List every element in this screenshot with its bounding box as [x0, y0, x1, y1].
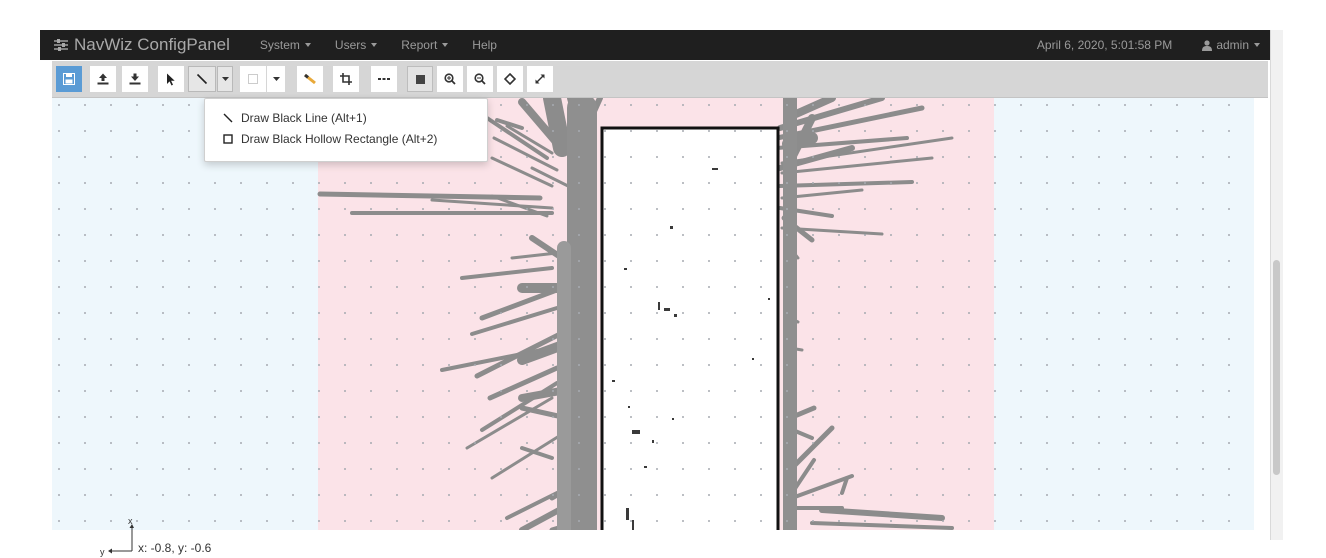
- sliders-icon: [54, 39, 68, 51]
- rectangle-icon: [248, 74, 258, 84]
- caret-down-icon: [304, 43, 311, 47]
- line-icon: [223, 113, 233, 122]
- x-axis-label: x: [128, 518, 133, 526]
- caret-down-icon: [221, 77, 229, 81]
- eraser-icon: [304, 73, 316, 85]
- fullscreen-button[interactable]: [527, 66, 553, 92]
- crop-tool-button[interactable]: [333, 66, 359, 92]
- user-menu[interactable]: admin: [1202, 38, 1260, 52]
- current-datetime: April 6, 2020, 5:01:58 PM: [1036, 38, 1173, 52]
- line-tool-button[interactable]: [188, 66, 216, 92]
- diamond-icon: [504, 73, 516, 85]
- caret-down-icon: [442, 43, 449, 47]
- download-icon: [129, 73, 141, 85]
- menu-report[interactable]: Report: [401, 38, 449, 52]
- cursor-coordinates: x: -0.8, y: -0.6: [138, 541, 212, 555]
- navbar: NavWiz ConfigPanel System Users Report H…: [40, 30, 1270, 60]
- brand[interactable]: NavWiz ConfigPanel: [54, 35, 230, 55]
- editor-toolbar: [52, 61, 1268, 98]
- draw-shape-dropdown-menu: Draw Black Line (Alt+1) Draw Black Hollo…: [204, 98, 488, 162]
- menu-help-label: Help: [472, 38, 497, 52]
- menu-item-draw-rectangle-label: Draw Black Hollow Rectangle (Alt+2): [241, 131, 438, 146]
- menu-item-draw-line-label: Draw Black Line (Alt+1): [241, 110, 367, 125]
- line-tool-dropdown-toggle[interactable]: [217, 66, 233, 92]
- menu-system[interactable]: System: [260, 38, 311, 52]
- crop-icon: [340, 73, 352, 85]
- rectangle-tool-dropdown-toggle[interactable]: [267, 66, 285, 92]
- app-title: NavWiz ConfigPanel: [74, 35, 230, 54]
- menu-help[interactable]: Help: [472, 38, 497, 52]
- caret-down-icon: [1254, 43, 1260, 47]
- floppy-icon: [63, 73, 75, 85]
- line-icon: [196, 73, 208, 85]
- select-tool-button[interactable]: [158, 66, 184, 92]
- menu-users[interactable]: Users: [334, 38, 378, 52]
- rectangle-tool-button[interactable]: [240, 66, 266, 92]
- menu-users-label: Users: [334, 38, 367, 52]
- upload-button[interactable]: [90, 66, 116, 92]
- user-name: admin: [1216, 38, 1249, 52]
- menu-item-draw-line[interactable]: Draw Black Line (Alt+1): [205, 107, 487, 128]
- axis-indicator-icon: x y: [100, 518, 134, 557]
- square-icon: [415, 74, 425, 84]
- zoom-out-button[interactable]: [467, 66, 493, 92]
- coordinate-readout: x y x: -0.8, y: -0.6: [96, 518, 296, 558]
- menu-system-label: System: [259, 38, 300, 52]
- caret-down-icon: [272, 77, 280, 81]
- save-button[interactable]: [56, 66, 82, 92]
- occupancy-map[interactable]: [52, 98, 1254, 530]
- menu-report-label: Report: [401, 38, 438, 52]
- zoom-in-button[interactable]: [437, 66, 463, 92]
- zoom-in-icon: [444, 73, 456, 85]
- eraser-tool-button[interactable]: [297, 66, 323, 92]
- caret-down-icon: [371, 43, 378, 47]
- zoom-out-icon: [474, 73, 486, 85]
- navbar-right: April 6, 2020, 5:01:58 PM admin: [1037, 38, 1270, 52]
- center-view-button[interactable]: [497, 66, 523, 92]
- expand-icon: [535, 74, 545, 84]
- scrollbar[interactable]: [1270, 30, 1283, 540]
- user-icon: [1202, 39, 1213, 51]
- upload-icon: [97, 73, 109, 85]
- map-canvas[interactable]: [52, 98, 1254, 530]
- pointer-icon: [167, 73, 175, 85]
- menu-item-draw-rectangle[interactable]: Draw Black Hollow Rectangle (Alt+2): [205, 128, 487, 149]
- download-button[interactable]: [122, 66, 148, 92]
- more-options-button[interactable]: [371, 66, 397, 92]
- rectangle-icon: [223, 133, 233, 144]
- ellipsis-icon: [378, 78, 390, 80]
- scrollbar-thumb[interactable]: [1273, 260, 1280, 475]
- fill-tool-button[interactable]: [407, 66, 433, 92]
